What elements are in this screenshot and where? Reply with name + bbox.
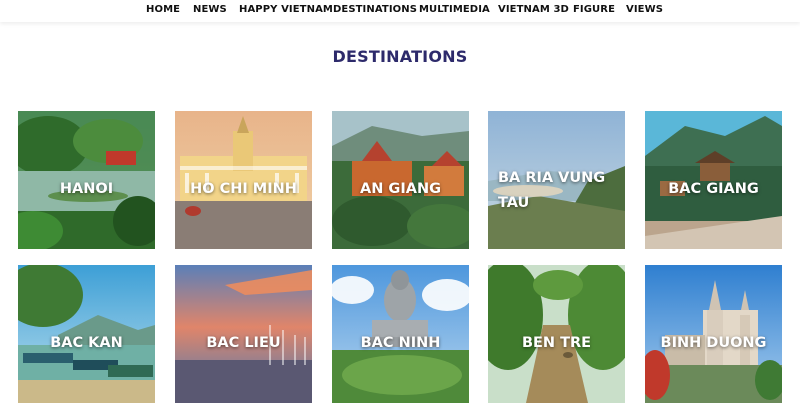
destination-image-ben-tre (488, 265, 625, 403)
destination-label: HO CHI MINH (190, 181, 297, 197)
destination-label: HANOI (59, 181, 114, 197)
destination-image-bac-giang (645, 111, 782, 249)
destination-image-binh-duong (645, 265, 782, 403)
destination-label: BAC NINH (360, 335, 441, 351)
nav-item-vietnam-3d[interactable]: VIETNAM 3D (498, 4, 569, 15)
destination-label: BAC LIEU (206, 335, 281, 351)
destination-card-ben-tre[interactable]: BEN TRE (488, 265, 625, 403)
destination-label: BINH DUONG (660, 335, 767, 351)
destination-label: AN GIANG (360, 181, 441, 197)
top-navigation-bar: HOME NEWS HAPPY VIETNAM DESTINATIONS MUL… (0, 0, 800, 22)
destination-card-bac-ninh[interactable]: BAC NINH (332, 265, 469, 403)
nav-item-home[interactable]: HOME (146, 4, 180, 15)
destination-card-hanoi[interactable]: HANOI (18, 111, 155, 249)
nav-item-figure[interactable]: FIGURE (573, 4, 615, 15)
nav-item-happy-vietnam[interactable]: HAPPY VIETNAM (239, 4, 333, 15)
nav-item-multimedia[interactable]: MULTIMEDIA (419, 4, 490, 15)
destination-image-hanoi (18, 111, 155, 249)
destination-image-bac-kan (18, 265, 155, 403)
destination-card-ba-ria-vung-tau[interactable]: BA RIA VUNG TAU (488, 111, 625, 249)
nav-item-views[interactable]: VIEWS (626, 4, 663, 15)
destination-image-bac-ninh (332, 265, 469, 403)
destination-card-binh-duong[interactable]: BINH DUONG (645, 265, 782, 403)
destination-card-bac-giang[interactable]: BAC GIANG (645, 111, 782, 249)
destination-card-bac-kan[interactable]: BAC KAN (18, 265, 155, 403)
destination-label: BAC GIANG (668, 181, 759, 197)
destination-label: BEN TRE (521, 335, 592, 351)
nav-item-news[interactable]: NEWS (193, 4, 227, 15)
destination-label: BAC KAN (50, 335, 123, 351)
destination-label: BA RIA VUNG TAU (498, 170, 606, 211)
destination-card-bac-lieu[interactable]: BAC LIEU (175, 265, 312, 403)
destination-image-an-giang (332, 111, 469, 249)
destination-card-an-giang[interactable]: AN GIANG (332, 111, 469, 249)
destination-image-ho-chi-minh (175, 111, 312, 249)
nav-item-destinations[interactable]: DESTINATIONS (333, 4, 417, 15)
destination-card-ho-chi-minh[interactable]: HO CHI MINH (175, 111, 312, 249)
page-title: DESTINATIONS (332, 47, 468, 66)
destination-image-bac-lieu (175, 265, 312, 403)
